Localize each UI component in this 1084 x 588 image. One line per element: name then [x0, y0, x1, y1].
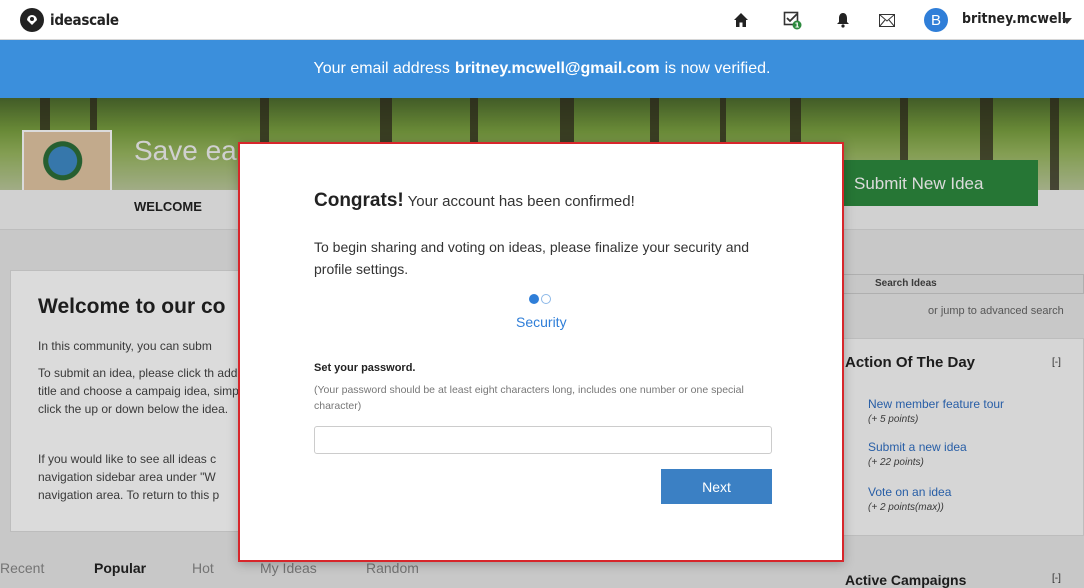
- modal-title-bold: Congrats!: [314, 190, 404, 211]
- step-dot-active: [529, 294, 539, 304]
- ideascale-logo-icon: [20, 8, 44, 32]
- step-label: Security: [516, 314, 567, 330]
- modal-title: Congrats! Your account has been confirme…: [314, 190, 635, 212]
- svg-text:1: 1: [795, 22, 800, 30]
- banner-prefix: Your email address: [313, 60, 450, 77]
- chevron-down-icon[interactable]: [1062, 18, 1072, 24]
- step-dot-inactive: [541, 294, 551, 304]
- avatar[interactable]: B: [924, 8, 948, 32]
- account-confirmed-modal: Congrats! Your account has been confirme…: [238, 142, 844, 562]
- ideascale-logo[interactable]: ideascale: [20, 8, 119, 32]
- password-hint: (Your password should be at least eight …: [314, 384, 744, 412]
- ideas-check-icon[interactable]: 1: [782, 9, 804, 31]
- password-field[interactable]: [314, 426, 772, 454]
- password-label: Set your password.: [314, 362, 416, 374]
- logo-text: ideascale: [50, 11, 119, 29]
- top-navigation-bar: ideascale 1 B britney.mcwell: [0, 0, 1084, 40]
- envelope-icon[interactable]: [876, 9, 898, 31]
- username-menu[interactable]: britney.mcwell: [962, 11, 1066, 27]
- home-icon[interactable]: [730, 9, 752, 31]
- step-indicator: [529, 294, 551, 304]
- next-button[interactable]: Next: [661, 469, 772, 504]
- modal-title-rest: Your account has been confirmed!: [407, 193, 635, 210]
- bell-icon[interactable]: [832, 9, 854, 31]
- banner-email: britney.mcwell@gmail.com: [454, 60, 660, 77]
- banner-suffix: is now verified.: [664, 60, 771, 77]
- email-verified-banner: Your email address britney.mcwell@gmail.…: [0, 40, 1084, 98]
- modal-intro: To begin sharing and voting on ideas, pl…: [314, 239, 750, 277]
